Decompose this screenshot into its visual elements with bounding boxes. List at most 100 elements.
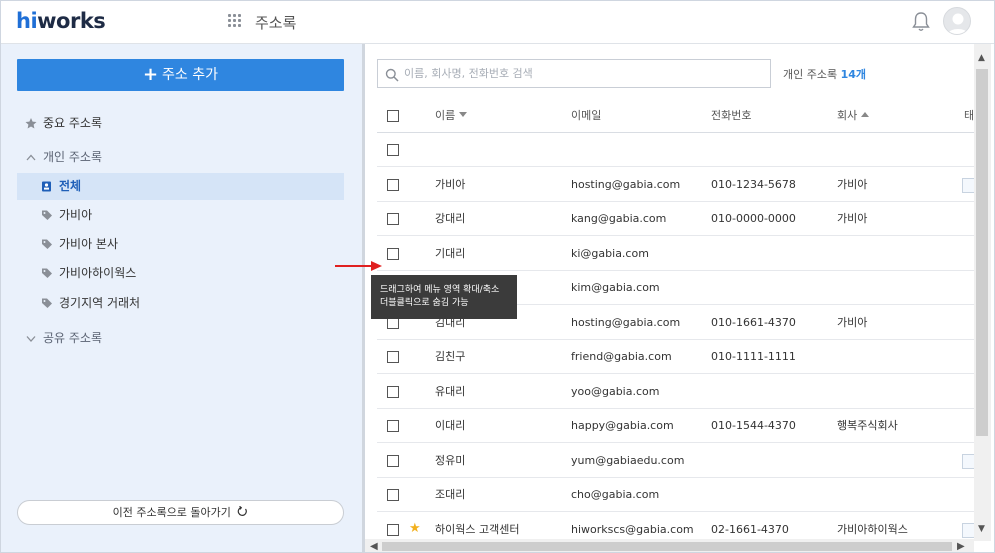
- row-checkbox[interactable]: [387, 144, 399, 156]
- row-checkbox[interactable]: [387, 351, 399, 363]
- bell-icon[interactable]: [911, 11, 931, 33]
- column-header-name[interactable]: 이름: [435, 99, 468, 133]
- vertical-scrollbar[interactable]: ▲ ▼: [974, 44, 991, 541]
- row-checkbox[interactable]: [387, 247, 399, 260]
- app-title: 주소록: [255, 14, 297, 32]
- tag-icon: [41, 202, 55, 229]
- scroll-right-icon[interactable]: ▶: [957, 539, 965, 552]
- column-header-email[interactable]: 이메일: [571, 99, 601, 133]
- top-header: hiworks 주소록: [1, 1, 994, 44]
- cell-email[interactable]: hosting@gabia.com: [571, 168, 680, 202]
- horizontal-scrollbar[interactable]: ◀ ▶: [365, 539, 974, 552]
- chevron-down-icon: [25, 325, 39, 352]
- cell-email[interactable]: yum@gabiaedu.com: [571, 444, 684, 478]
- table-row[interactable]: 기대리 ki@gabia.com: [377, 237, 974, 271]
- apps-grid-icon[interactable]: [228, 14, 242, 28]
- tag-icon: [41, 231, 55, 258]
- sidebar: + 주소 추가 중요 주소록 개인 주소록 전체 가비아 가비아 본사 가비아하…: [1, 44, 362, 552]
- vertical-scroll-thumb[interactable]: [976, 69, 988, 436]
- sidebar-item-important[interactable]: 중요 주소록: [17, 110, 344, 137]
- cell-email[interactable]: cho@gabia.com: [571, 478, 659, 512]
- cell-phone: 02-1661-4370: [711, 522, 789, 536]
- hiworks-logo[interactable]: hiworks: [16, 9, 106, 33]
- row-checkbox[interactable]: [387, 454, 399, 467]
- sort-asc-icon: [861, 112, 870, 117]
- add-contact-button[interactable]: + 주소 추가: [17, 59, 344, 91]
- cell-phone: 010-0000-0000: [711, 212, 796, 225]
- select-all-checkbox[interactable]: [387, 110, 399, 122]
- avatar[interactable]: [943, 7, 971, 35]
- cell-phone: 010-1661-4370: [711, 315, 796, 329]
- sidebar-item-gyeonggi-clients[interactable]: 경기지역 거래처: [17, 290, 344, 317]
- sort-desc-icon: [459, 112, 468, 117]
- tag-button[interactable]: [962, 177, 974, 193]
- table-row[interactable]: ★ 하이웍스 고객센터 hiworkscs@gabia.com 02-1661-437…: [377, 513, 974, 540]
- cell-name[interactable]: 이대리: [435, 409, 465, 443]
- row-checkbox[interactable]: [387, 523, 399, 536]
- table-row[interactable]: 조대리 cho@gabia.com: [377, 478, 974, 512]
- chevron-up-icon: [25, 144, 39, 171]
- table-row[interactable]: 유대리 yoo@gabia.com: [377, 375, 974, 409]
- cell-name[interactable]: 김친구: [435, 340, 465, 374]
- cell-email[interactable]: happy@gabia.com: [571, 409, 674, 443]
- cell-company: 행복주식회사: [837, 419, 898, 432]
- cell-name[interactable]: 가비아: [435, 168, 465, 202]
- table-row[interactable]: 강대리 kang@gabia.com 010-0000-0000 가비아: [377, 202, 974, 236]
- cell-phone: 010-1234-5678: [711, 177, 796, 191]
- sidebar-item-all[interactable]: 전체: [17, 173, 344, 200]
- cell-email[interactable]: kang@gabia.com: [571, 202, 666, 236]
- row-checkbox[interactable]: [387, 489, 399, 501]
- resize-tooltip: 드래그하여 메뉴 영역 확대/축소 더블클릭으로 숨김 가능: [371, 275, 517, 319]
- sidebar-item-gabia-hq[interactable]: 가비아 본사: [17, 231, 344, 258]
- sidebar-group-shared[interactable]: 공유 주소록: [17, 325, 344, 352]
- sidebar-group-personal[interactable]: 개인 주소록: [17, 144, 344, 171]
- row-checkbox[interactable]: [387, 213, 399, 225]
- table-row[interactable]: [377, 133, 974, 167]
- tooltip-line-2: 더블클릭으로 숨김 가능: [380, 298, 469, 308]
- cell-company: 가비아: [837, 212, 868, 225]
- cell-company: 가비아하이웍스: [837, 522, 908, 536]
- tag-button[interactable]: [962, 522, 974, 538]
- table-row[interactable]: 가비아 hosting@gabia.com 010-1234-5678 가비아: [377, 168, 974, 202]
- sidebar-item-gabia-hiworks[interactable]: 가비아하이웍스: [17, 260, 344, 287]
- column-header-phone[interactable]: 전화번호: [711, 99, 751, 133]
- tag-icon: [41, 260, 55, 287]
- cell-name[interactable]: 정유미: [435, 444, 465, 478]
- cell-email[interactable]: hosting@gabia.com: [571, 306, 680, 340]
- cell-name[interactable]: 조대리: [435, 478, 465, 512]
- search-box[interactable]: [377, 59, 771, 88]
- cell-name[interactable]: 유대리: [435, 375, 465, 409]
- cell-email[interactable]: kim@gabia.com: [571, 271, 660, 305]
- sidebar-item-gabia[interactable]: 가비아: [17, 202, 344, 229]
- cell-email[interactable]: ki@gabia.com: [571, 237, 649, 271]
- column-header-tag[interactable]: 태: [964, 99, 974, 133]
- scroll-down-icon[interactable]: ▼: [978, 524, 985, 534]
- column-header-company[interactable]: 회사: [837, 99, 870, 133]
- table-row[interactable]: 김친구 friend@gabia.com 010-1111-1111: [377, 340, 974, 374]
- tag-icon: [41, 290, 55, 317]
- cell-name[interactable]: 강대리: [435, 202, 465, 236]
- row-checkbox[interactable]: [387, 178, 399, 191]
- star-icon: [25, 110, 39, 137]
- table-row[interactable]: 이대리 happy@gabia.com 010-1544-4370 행복주식회사: [377, 409, 974, 443]
- cell-company: 가비아: [837, 315, 868, 329]
- cell-phone: 010-1111-1111: [711, 350, 796, 363]
- scroll-left-icon[interactable]: ◀: [370, 539, 378, 552]
- tag-button[interactable]: [962, 453, 974, 469]
- cell-email[interactable]: hiworkscs@gabia.com: [571, 513, 694, 540]
- cell-email[interactable]: friend@gabia.com: [571, 340, 672, 374]
- scroll-up-icon[interactable]: ▲: [978, 53, 985, 63]
- row-checkbox[interactable]: [387, 420, 399, 432]
- table-row[interactable]: 정유미 yum@gabiaedu.com: [377, 444, 974, 478]
- row-checkbox[interactable]: [387, 385, 399, 398]
- favorite-star-icon[interactable]: ★: [409, 521, 421, 536]
- cell-email[interactable]: yoo@gabia.com: [571, 375, 659, 409]
- search-input[interactable]: [404, 63, 764, 84]
- app-window: hiworks 주소록 + 주소 추가 중요 주소록 개인 주소록 전체 가비아…: [0, 0, 995, 553]
- horizontal-scroll-thumb[interactable]: [382, 542, 952, 551]
- back-to-previous-addressbook-button[interactable]: 이전 주소록으로 돌아가기: [17, 500, 344, 525]
- cell-name[interactable]: 하이웍스 고객센터: [435, 513, 519, 540]
- search-icon: [385, 67, 399, 82]
- cell-name[interactable]: 기대리: [435, 237, 465, 271]
- contact-count: 개인 주소록 14개: [783, 68, 867, 81]
